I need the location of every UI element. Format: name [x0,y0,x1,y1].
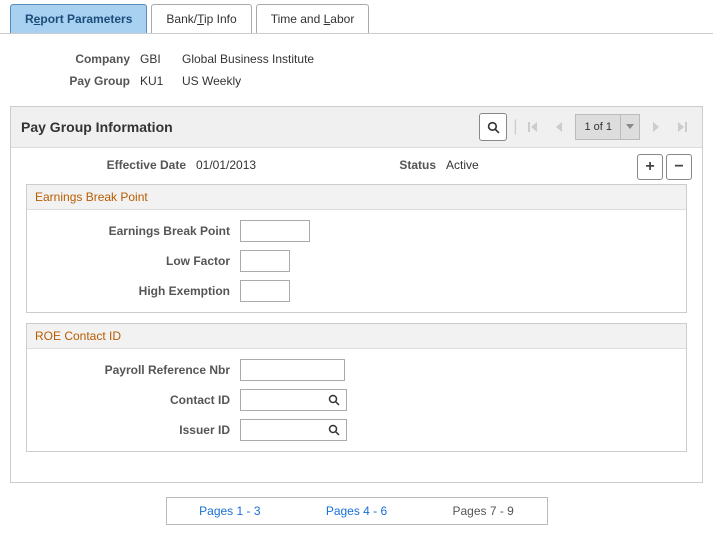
earnings-bp-label: Earnings Break Point [35,224,230,238]
pages-1-3-link[interactable]: Pages 1 - 3 [167,498,294,524]
issuer-id-input[interactable] [241,423,322,437]
issuer-id-label: Issuer ID [35,423,230,437]
payroll-ref-label: Payroll Reference Nbr [35,363,230,377]
company-code: GBI [140,52,170,66]
panel-search-button[interactable] [479,113,507,141]
nav-last-button[interactable] [672,114,692,140]
nav-prev-button[interactable] [549,114,569,140]
earnings-bp-input[interactable] [240,220,310,242]
contact-id-input[interactable] [241,393,322,407]
search-icon [487,121,500,134]
chevron-down-icon [626,124,634,130]
nav-next-button[interactable] [646,114,666,140]
earnings-section-title: Earnings Break Point [27,185,686,210]
high-exemption-label: High Exemption [35,284,230,298]
high-exemption-input[interactable] [240,280,290,302]
low-factor-label: Low Factor [35,254,230,268]
company-label: Company [50,52,130,66]
panel-title: Pay Group Information [21,119,173,135]
nav-first-button[interactable] [523,114,543,140]
header-info: Company GBI Global Business Institute Pa… [0,34,713,106]
earnings-section: Earnings Break Point Earnings Break Poin… [26,184,687,313]
status-value: Active [446,158,479,172]
tab-bank-tip-info[interactable]: Bank/Tip Info [151,4,251,33]
page-indicator: 1 of 1 [575,114,640,140]
divider: | [513,118,517,136]
page-dropdown-button[interactable] [620,115,639,139]
nav-prev-icon [555,122,563,132]
pages-4-6-link[interactable]: Pages 4 - 6 [293,498,420,524]
company-name: Global Business Institute [182,52,314,66]
issuer-id-lookup-button[interactable] [322,424,346,436]
payroll-ref-input[interactable] [240,359,345,381]
pages-7-9-current: Pages 7 - 9 [420,498,547,524]
tab-bar: Report Parameters Bank/Tip Info Time and… [0,0,713,34]
paygroup-label: Pay Group [50,74,130,88]
tab-report-parameters[interactable]: Report Parameters [10,4,147,33]
tab-time-and-labor[interactable]: Time and Labor [256,4,370,33]
status-label: Status [376,158,436,172]
minus-icon: − [674,158,683,176]
nav-next-icon [652,122,660,132]
contact-id-label: Contact ID [35,393,230,407]
nav-last-icon [677,122,687,132]
paygroup-name: US Weekly [182,74,241,88]
page-indicator-text: 1 of 1 [576,121,620,133]
effective-date-value: 01/01/2013 [196,158,376,172]
pagination-box: Pages 1 - 3 Pages 4 - 6 Pages 7 - 9 [166,497,548,525]
remove-row-button[interactable]: − [666,154,692,180]
add-row-button[interactable]: + [637,154,663,180]
search-icon [328,424,340,436]
paygroup-code: KU1 [140,74,170,88]
effective-date-label: Effective Date [26,158,186,172]
plus-icon: + [645,158,654,176]
search-icon [328,394,340,406]
roe-section: ROE Contact ID Payroll Reference Nbr Con… [26,323,687,452]
nav-first-icon [528,122,538,132]
paygroup-panel: Pay Group Information | 1 of 1 [10,106,703,483]
contact-id-lookup-button[interactable] [322,394,346,406]
low-factor-input[interactable] [240,250,290,272]
roe-section-title: ROE Contact ID [27,324,686,349]
